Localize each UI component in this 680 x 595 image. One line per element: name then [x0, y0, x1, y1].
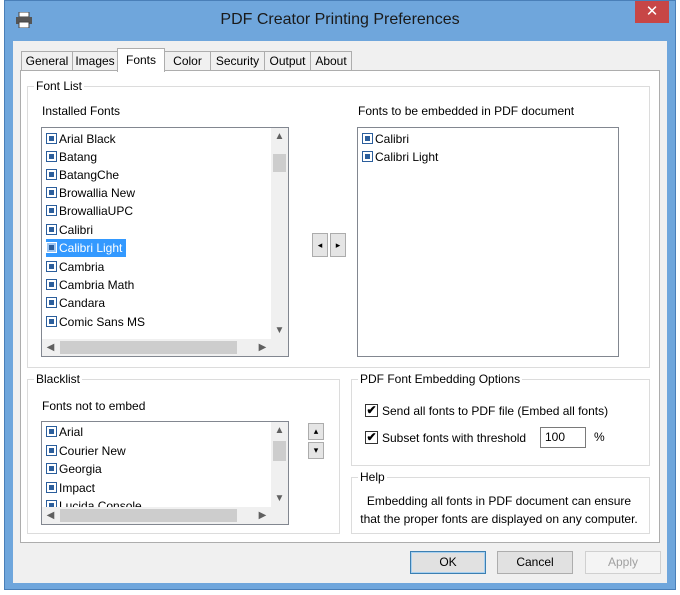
dialog-client-area: General Images Fonts Color Security Outp… — [13, 41, 667, 583]
tab-general[interactable]: General — [21, 51, 73, 71]
horizontal-scrollbar[interactable]: ◀ ▶ — [42, 339, 271, 356]
font-list-legend: Font List — [34, 79, 85, 93]
scroll-corner — [271, 339, 288, 356]
tab-output[interactable]: Output — [264, 51, 311, 71]
embedded-fonts-listbox[interactable]: Calibri Calibri Light — [357, 127, 619, 357]
scroll-right-icon[interactable]: ▶ — [254, 507, 271, 524]
add-to-embed-button[interactable]: ▸ — [330, 233, 346, 257]
list-item[interactable]: Batang — [46, 148, 97, 166]
scroll-up-icon[interactable]: ▲ — [271, 422, 288, 439]
scroll-thumb[interactable] — [273, 441, 286, 461]
font-file-icon — [46, 279, 57, 290]
embedding-options-group: PDF Font Embedding Options ✔ Send all fo… — [351, 372, 650, 466]
font-file-icon — [46, 316, 57, 327]
blacklist-remove-button[interactable]: ▾ — [308, 442, 324, 459]
help-group: Help Embedding all fonts in PDF document… — [351, 470, 650, 534]
embedded-fonts-label: Fonts to be embedded in PDF document — [358, 104, 575, 118]
window-title: PDF Creator Printing Preferences — [220, 11, 460, 28]
apply-button[interactable]: Apply — [585, 551, 661, 574]
scroll-right-icon[interactable]: ▶ — [254, 339, 271, 356]
installed-fonts-listbox[interactable]: Arial Black Batang BatangChe Browallia N… — [41, 127, 289, 357]
font-file-icon — [46, 261, 57, 272]
font-file-icon — [46, 426, 57, 437]
help-legend: Help — [358, 470, 387, 484]
blacklist-listbox[interactable]: Arial Courier New Georgia Impact Lucida … — [41, 421, 289, 525]
tab-about[interactable]: About — [310, 51, 352, 71]
list-item-selected[interactable]: Calibri Light — [46, 239, 127, 257]
arrow-down-icon: ▾ — [313, 445, 319, 455]
font-file-icon — [362, 133, 373, 144]
list-item[interactable]: Candara — [46, 294, 105, 312]
font-file-icon — [46, 133, 57, 144]
list-item[interactable]: Calibri Light — [362, 148, 438, 166]
arrow-up-icon: ▴ — [313, 426, 319, 436]
list-item[interactable]: Georgia — [46, 460, 102, 478]
font-file-icon — [46, 445, 57, 456]
scroll-down-icon[interactable]: ▼ — [271, 490, 288, 507]
blacklist-add-button[interactable]: ▴ — [308, 423, 324, 440]
send-all-fonts-label[interactable]: Send all fonts to PDF file (Embed all fo… — [382, 404, 608, 418]
font-file-icon — [46, 242, 57, 253]
close-button[interactable]: ✕ — [635, 1, 669, 23]
font-file-icon — [46, 187, 57, 198]
list-item[interactable]: Calibri — [362, 130, 409, 148]
cancel-button[interactable]: Cancel — [497, 551, 573, 574]
list-item[interactable]: BrowalliaUPC — [46, 202, 133, 220]
font-file-icon — [46, 169, 57, 180]
font-file-icon — [46, 151, 57, 162]
font-file-icon — [46, 205, 57, 216]
ok-button[interactable]: OK — [410, 551, 486, 574]
blacklist-group: Blacklist Fonts not to embed Arial Couri… — [27, 372, 340, 534]
list-item[interactable]: Impact — [46, 479, 95, 497]
check-icon: ✔ — [366, 403, 377, 417]
list-item[interactable]: Courier New — [46, 442, 126, 460]
scroll-left-icon[interactable]: ◀ — [42, 507, 59, 524]
list-item[interactable]: Arial — [46, 423, 83, 441]
vertical-scrollbar[interactable]: ▲ ▼ — [271, 128, 288, 339]
remove-from-embed-button[interactable]: ◂ — [312, 233, 328, 257]
list-item[interactable]: Cambria Math — [46, 276, 134, 294]
subset-fonts-checkbox[interactable]: ✔ — [365, 431, 378, 444]
font-file-icon — [46, 463, 57, 474]
installed-fonts-label: Installed Fonts — [42, 104, 121, 118]
threshold-input[interactable]: 100 — [540, 427, 586, 448]
tab-images[interactable]: Images — [72, 51, 118, 71]
fonts-tab-page: Font List Installed Fonts Fonts to be em… — [20, 70, 660, 543]
scroll-thumb[interactable] — [60, 341, 237, 354]
font-file-icon — [46, 224, 57, 235]
list-item[interactable]: Calibri — [46, 221, 93, 239]
scroll-thumb[interactable] — [60, 509, 237, 522]
fonts-not-to-embed-label: Fonts not to embed — [42, 399, 146, 413]
list-item[interactable]: BatangChe — [46, 166, 119, 184]
horizontal-scrollbar[interactable]: ◀ ▶ — [42, 507, 271, 524]
arrow-left-icon: ◂ — [317, 240, 323, 250]
arrow-right-icon: ▸ — [335, 240, 341, 250]
scroll-left-icon[interactable]: ◀ — [42, 339, 59, 356]
font-file-icon — [46, 297, 57, 308]
help-text: Embedding all fonts in PDF document can … — [360, 494, 638, 526]
title-bar[interactable]: PDF Creator Printing Preferences ✕ — [5, 1, 675, 41]
blacklist-legend: Blacklist — [34, 372, 83, 386]
scroll-down-icon[interactable]: ▼ — [271, 322, 288, 339]
tab-security[interactable]: Security — [210, 51, 265, 71]
scroll-thumb[interactable] — [273, 154, 286, 172]
list-item[interactable]: Cambria — [46, 258, 104, 276]
scroll-up-icon[interactable]: ▲ — [271, 128, 288, 145]
dialog-window: PDF Creator Printing Preferences ✕ Gener… — [4, 0, 676, 590]
scroll-corner — [271, 507, 288, 524]
check-icon: ✔ — [366, 430, 377, 444]
threshold-unit: % — [594, 430, 605, 444]
font-file-icon — [46, 482, 57, 493]
subset-fonts-label[interactable]: Subset fonts with threshold — [382, 431, 526, 445]
font-file-icon — [362, 151, 373, 162]
list-item[interactable]: Comic Sans MS — [46, 313, 145, 331]
font-list-group: Font List Installed Fonts Fonts to be em… — [27, 79, 650, 368]
embedding-options-legend: PDF Font Embedding Options — [358, 372, 523, 386]
tab-fonts[interactable]: Fonts — [117, 48, 165, 72]
list-item[interactable]: Arial Black — [46, 130, 116, 148]
send-all-fonts-checkbox[interactable]: ✔ — [365, 404, 378, 417]
vertical-scrollbar[interactable]: ▲ ▼ — [271, 422, 288, 507]
list-item[interactable]: Browallia New — [46, 184, 135, 202]
tab-color[interactable]: Color — [164, 51, 211, 71]
